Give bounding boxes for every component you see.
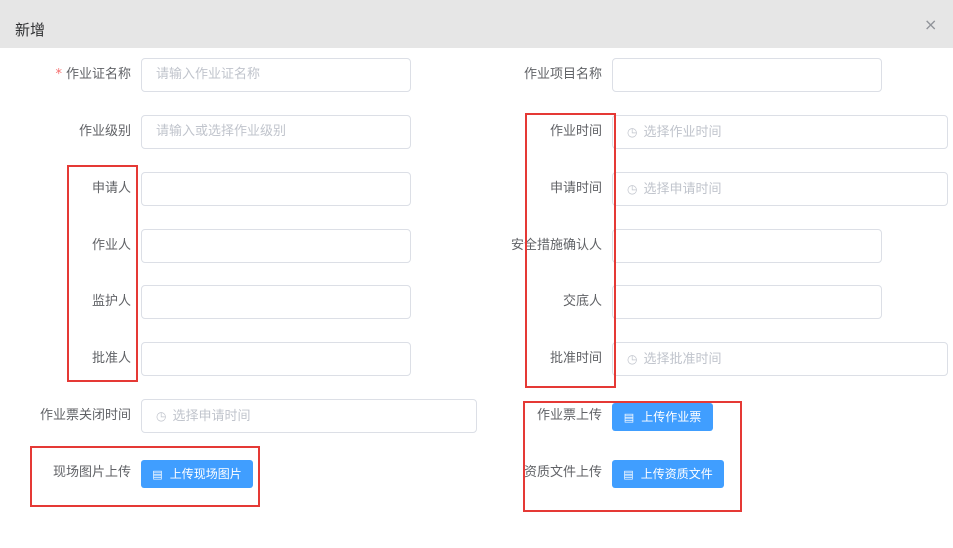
label-approver: 批准人 [91,351,131,366]
work-time-picker[interactable]: ◷ 选择作业时间 [612,115,948,149]
label-approval-time: 批准时间 [549,351,602,366]
apply-time-picker[interactable]: ◷ 选择申请时间 [612,172,948,206]
approval-time-picker[interactable]: ◷ 选择批准时间 [612,342,948,376]
label-work-project-name: 作业项目名称 [523,67,602,82]
clock-icon: ◷ [627,125,638,139]
clock-icon: ◷ [156,409,167,423]
file-icon: ▤ [152,468,163,481]
highlight-box-left-people [67,165,138,382]
worker-input[interactable] [141,229,411,263]
briefer-input[interactable] [612,285,882,319]
applicant-input[interactable] [141,172,411,206]
dialog-title: 新增 [15,21,46,39]
upload-ticket-button[interactable]: ▤ 上传作业票 [612,403,713,431]
work-permit-name-input[interactable]: 请输入作业证名称 [141,58,411,92]
label-site-photo-upload: 现场图片上传 [52,465,131,480]
label-apply-time: 申请时间 [549,181,602,196]
work-project-name-input[interactable] [612,58,882,92]
safety-confirmer-input[interactable] [612,229,882,263]
label-work-time: 作业时间 [549,124,602,139]
upload-qualification-button[interactable]: ▤ 上传资质文件 [612,460,724,488]
close-icon[interactable]: × [924,16,937,34]
label-ticket-upload: 作业票上传 [536,408,602,423]
label-briefer: 交底人 [562,294,602,309]
clock-icon: ◷ [627,352,638,366]
guardian-input[interactable] [141,285,411,319]
label-ticket-close-time: 作业票关闭时间 [39,408,131,423]
upload-site-photo-button[interactable]: ▤ 上传现场图片 [141,460,253,488]
dialog-header: 新增 × [0,0,953,48]
label-applicant: 申请人 [91,181,131,196]
label-safety-confirmer: 安全措施确认人 [510,238,602,253]
label-work-permit-name: * 作业证名称 [55,67,131,82]
label-qualification-upload: 资质文件上传 [523,465,602,480]
label-guardian: 监护人 [91,294,131,309]
work-level-input[interactable]: 请输入或选择作业级别 [141,115,411,149]
file-icon: ▤ [623,468,634,481]
label-work-level: 作业级别 [78,124,131,139]
required-marker: * [55,67,62,82]
file-icon: ▤ [623,411,635,424]
clock-icon: ◷ [627,182,638,196]
label-worker: 作业人 [91,238,131,253]
approver-input[interactable] [141,342,411,376]
